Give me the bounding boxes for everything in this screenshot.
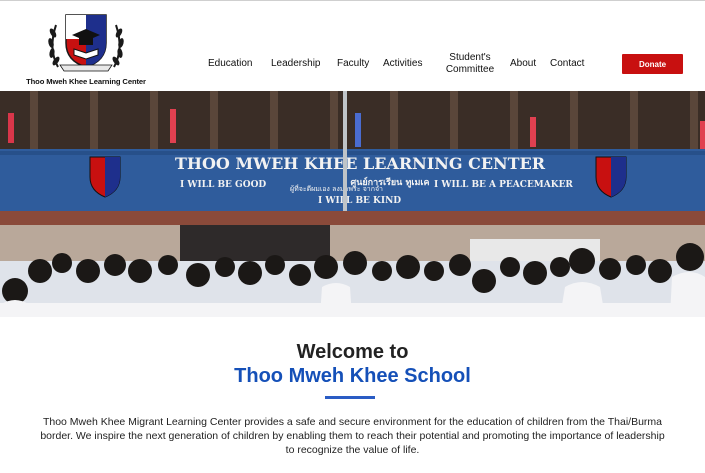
banner-title: THOO MWEH KHEE LEARNING CENTER [175, 154, 546, 173]
donate-button[interactable]: Donate [622, 54, 683, 74]
banner-left-motto: I WILL BE GOOD [180, 180, 266, 190]
hero-image: THOO MWEH KHEE LEARNING CENTER ศูนย์การเ… [0, 91, 705, 317]
nav-about[interactable]: About [510, 58, 536, 70]
nav-faculty[interactable]: Faculty [337, 58, 369, 70]
nav-activities[interactable]: Activities [383, 58, 422, 70]
school-crest-icon [48, 14, 124, 72]
banner-center-motto: I WILL BE KIND [318, 196, 401, 206]
nav-contact[interactable]: Contact [550, 58, 584, 70]
school-name-heading: Thoo Mweh Khee School [234, 365, 471, 387]
welcome-heading: Welcome to [296, 341, 409, 363]
school-logo[interactable]: Thoo Mweh Khee Learning Center [22, 9, 150, 89]
heading-underline [325, 396, 375, 399]
logo-text: Thoo Mweh Khee Learning Center [26, 77, 146, 86]
banner-center-text: ผู้ที่จะดีผมเอง ลงมาพระ จากจำ [290, 184, 383, 193]
nav-leadership[interactable]: Leadership [271, 58, 320, 70]
nav-education[interactable]: Education [208, 58, 252, 70]
nav-students-committee[interactable]: Student's Committee [440, 52, 500, 76]
welcome-description: Thoo Mweh Khee Migrant Learning Center p… [40, 416, 665, 456]
banner-right-motto: I WILL BE A PEACEMAKER [434, 180, 573, 190]
site-header: Thoo Mweh Khee Learning Center Education… [0, 1, 705, 91]
